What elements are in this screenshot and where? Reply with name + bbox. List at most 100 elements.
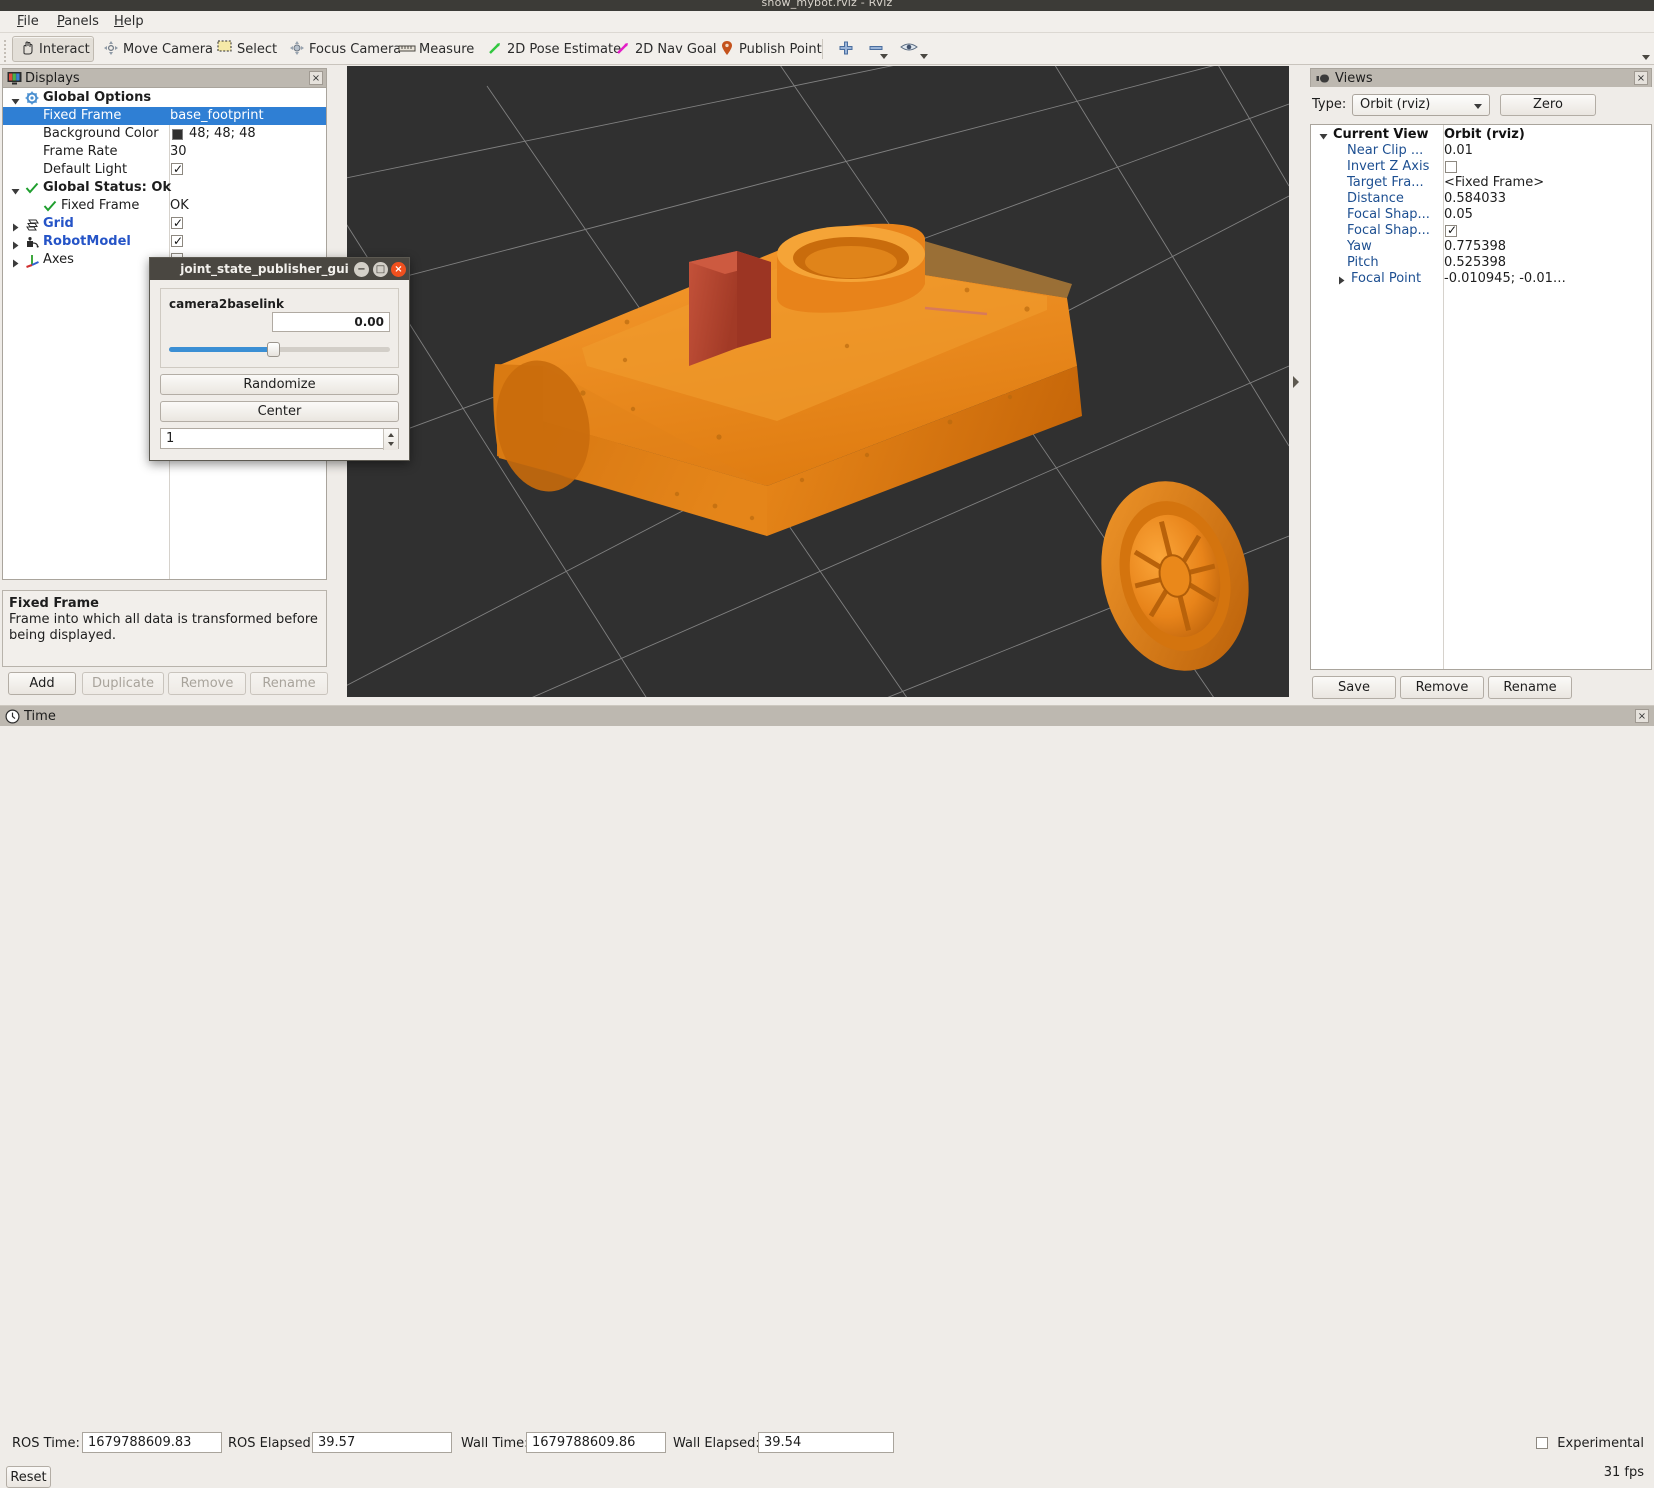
displays-close-icon[interactable]: × — [309, 71, 323, 85]
minimize-button[interactable]: − — [354, 262, 369, 277]
time-close-icon[interactable]: × — [1635, 709, 1649, 723]
experimental-toggle[interactable]: Experimental — [1536, 1436, 1644, 1451]
joint-page-spinbox[interactable]: 1 — [160, 428, 399, 450]
views-tree[interactable]: Current View Orbit (rviz) Near Clip ... … — [1310, 124, 1652, 670]
views-row-target-frame[interactable]: Target Fra... <Fixed Frame> — [1311, 175, 1651, 191]
zero-view-button[interactable]: Zero — [1500, 94, 1596, 116]
experimental-checkbox[interactable] — [1536, 1437, 1549, 1449]
randomize-button[interactable]: Randomize — [160, 374, 399, 395]
views-panel-label: Views — [1335, 71, 1373, 86]
tool-2d-nav-goal[interactable]: 2D Nav Goal — [608, 36, 717, 62]
add-tool-button[interactable] — [832, 36, 858, 62]
chevron-down-icon-2[interactable] — [920, 54, 928, 59]
tree-label: Grid — [43, 216, 74, 231]
menu-help[interactable]: Help — [105, 13, 153, 31]
toolbar-overflow-icon[interactable] — [1642, 55, 1650, 60]
views-row-current-view[interactable]: Current View Orbit (rviz) — [1311, 127, 1651, 143]
maximize-button[interactable]: □ — [373, 262, 388, 277]
tool-measure[interactable]: Measure — [392, 36, 476, 62]
tree-value[interactable]: base_footprint — [170, 107, 264, 125]
tool-2d-pose-estimate[interactable]: 2D Pose Estimate — [480, 36, 621, 62]
grid-icon — [25, 217, 39, 231]
expander-down-icon[interactable] — [11, 184, 20, 195]
menu-file[interactable]: FFileile — [8, 13, 48, 31]
focal-shape-fixed-size-checkbox[interactable] — [1445, 222, 1457, 238]
duplicate-display-button[interactable]: Duplicate — [82, 672, 164, 695]
jsp-body: camera2baselink 0.00 Randomize Center 1 — [150, 280, 409, 450]
joint-slider[interactable] — [169, 341, 390, 357]
views-value[interactable]: 0.775398 — [1444, 239, 1506, 255]
tool-select[interactable]: Select — [210, 36, 278, 62]
views-row-focal-shape-size[interactable]: Focal Shap... 0.05 — [1311, 207, 1651, 223]
rename-view-button[interactable]: Rename — [1488, 676, 1572, 699]
add-display-button[interactable]: Add — [8, 672, 76, 695]
robot-icon — [25, 235, 39, 249]
tool-interact[interactable]: Interact — [12, 36, 94, 62]
menu-panels[interactable]: Panels — [48, 13, 108, 31]
views-value[interactable]: 0.05 — [1444, 207, 1473, 223]
views-value[interactable]: -0.010945; -0.01… — [1444, 271, 1566, 287]
invert-z-axis-checkbox[interactable] — [1445, 161, 1457, 173]
tree-row-background-color[interactable]: Background Color 48; 48; 48 — [3, 125, 326, 143]
views-value[interactable]: <Fixed Frame> — [1444, 175, 1544, 191]
tree-row-default-light[interactable]: Default Light — [3, 160, 326, 179]
grid-checkbox[interactable] — [171, 214, 183, 232]
tree-row-robot-model[interactable]: RobotModel — [3, 232, 326, 251]
close-button[interactable]: × — [391, 262, 406, 277]
tree-value[interactable]: 48; 48; 48 — [189, 125, 256, 143]
displays-splitter[interactable] — [150, 584, 170, 595]
center-button[interactable]: Center — [160, 401, 399, 422]
tree-value[interactable]: 30 — [170, 143, 187, 161]
wall-elapsed-input[interactable]: 39.54 — [758, 1432, 894, 1453]
expander-right-icon[interactable] — [11, 220, 20, 232]
spinbox-arrows[interactable] — [383, 429, 398, 450]
expander-right-icon[interactable] — [11, 256, 20, 268]
tree-row-status-fixed-frame[interactable]: Fixed Frame OK — [3, 197, 326, 215]
views-row-yaw[interactable]: Yaw 0.775398 — [1311, 239, 1651, 255]
ros-elapsed-input[interactable]: 39.57 — [312, 1432, 452, 1453]
views-label: Target Fra... — [1347, 175, 1424, 190]
views-row-distance[interactable]: Distance 0.584033 — [1311, 191, 1651, 207]
tool-focus-camera[interactable]: Focus Camera — [282, 36, 401, 62]
views-close-icon[interactable]: × — [1634, 71, 1648, 85]
robot-model-checkbox[interactable] — [171, 232, 183, 250]
tree-row-frame-rate[interactable]: Frame Rate 30 — [3, 143, 326, 161]
3d-viewport[interactable] — [347, 66, 1289, 697]
joint-state-publisher-dialog[interactable]: joint_state_publisher_gui − □ × camera2b… — [149, 257, 410, 461]
views-value[interactable]: 0.525398 — [1444, 255, 1506, 271]
tool-properties-button[interactable] — [894, 36, 922, 62]
tree-row-grid[interactable]: Grid — [3, 214, 326, 233]
views-value[interactable]: 0.584033 — [1444, 191, 1506, 207]
expander-right-icon[interactable] — [1337, 274, 1346, 290]
wall-time-input[interactable]: 1679788609.86 — [526, 1432, 666, 1453]
views-row-pitch[interactable]: Pitch 0.525398 — [1311, 255, 1651, 271]
views-label: Pitch — [1347, 255, 1379, 270]
remove-view-button[interactable]: Remove — [1400, 676, 1484, 699]
viewport-collapse-arrow[interactable] — [1292, 375, 1300, 389]
joint-value-input[interactable]: 0.00 — [272, 312, 390, 332]
tool-move-camera[interactable]: Move Camera — [96, 36, 213, 62]
expander-right-icon[interactable] — [11, 238, 20, 250]
reset-button[interactable]: Reset — [6, 1466, 51, 1488]
views-row-focal-shape-fixed-size[interactable]: Focal Shap... — [1311, 222, 1651, 239]
views-row-near-clip[interactable]: Near Clip ... 0.01 — [1311, 143, 1651, 159]
expander-down-icon[interactable] — [11, 94, 20, 105]
tree-row-fixed-frame[interactable]: Fixed Frame base_footprint — [3, 107, 326, 125]
tool-publish-point[interactable]: Publish Point — [712, 36, 822, 62]
remove-display-button[interactable]: Remove — [168, 672, 246, 695]
ros-time-input[interactable]: 1679788609.83 — [82, 1432, 222, 1453]
save-view-button[interactable]: Save — [1312, 676, 1396, 699]
chevron-down-icon[interactable] — [880, 54, 888, 59]
jsp-titlebar[interactable]: joint_state_publisher_gui − □ × — [150, 258, 409, 280]
tree-row-global-status[interactable]: Global Status: Ok — [3, 179, 326, 197]
toolbar-grip[interactable] — [3, 38, 8, 62]
rename-display-button[interactable]: Rename — [250, 672, 328, 695]
views-value[interactable]: 0.01 — [1444, 143, 1473, 159]
views-row-invert-z-axis[interactable]: Invert Z Axis — [1311, 159, 1651, 175]
tree-row-global-options[interactable]: Global Options — [3, 89, 326, 107]
views-row-focal-point[interactable]: Focal Point -0.010945; -0.01… — [1311, 271, 1651, 287]
joint-page-value: 1 — [166, 431, 175, 446]
joint-slider-handle[interactable] — [266, 342, 280, 357]
default-light-checkbox[interactable] — [171, 160, 183, 178]
view-type-select[interactable]: Orbit (rviz) — [1352, 94, 1490, 116]
